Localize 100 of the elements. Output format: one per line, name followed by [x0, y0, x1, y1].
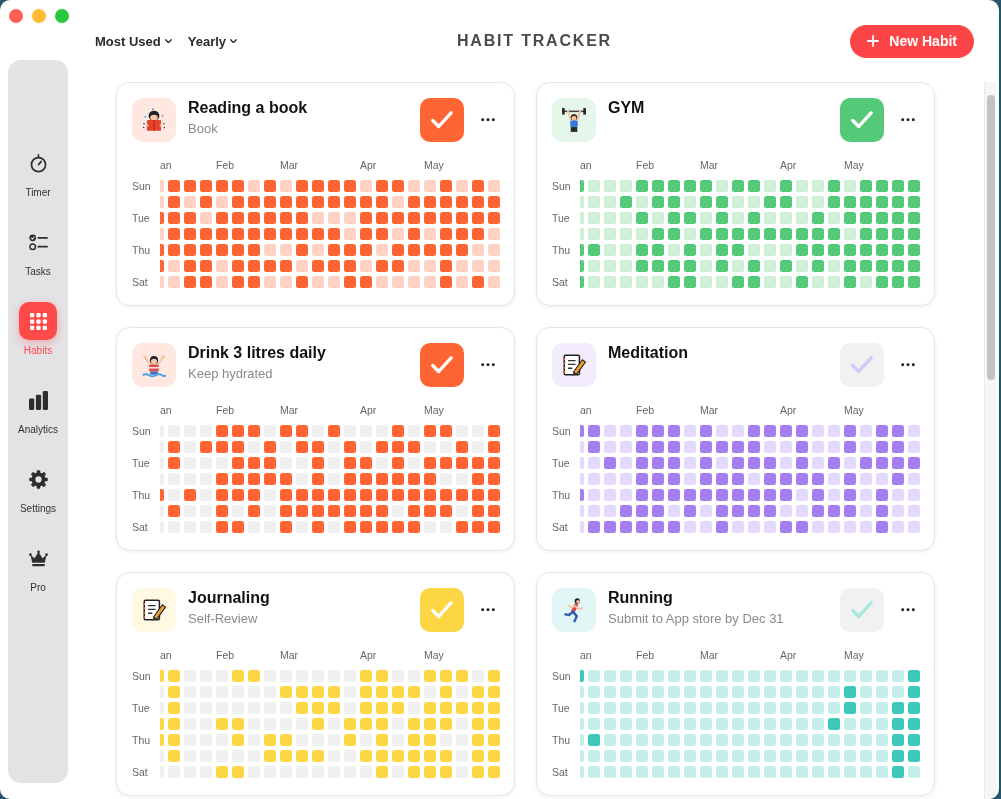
month-label: an	[160, 159, 172, 171]
weekday-label: Sun	[132, 180, 151, 192]
month-label: an	[580, 649, 592, 661]
more-button[interactable]	[481, 363, 495, 367]
check-icon	[851, 354, 873, 376]
reading-person-icon	[132, 98, 176, 142]
check-icon	[431, 599, 453, 621]
more-icon	[481, 118, 495, 122]
sidebar-item[interactable]: Tasks	[10, 223, 66, 278]
runner-icon	[552, 588, 596, 632]
month-label: Feb	[636, 404, 655, 416]
weekday-label: Thu	[552, 734, 571, 746]
crown-icon	[28, 548, 48, 568]
month-label: Apr	[780, 649, 797, 661]
app-title: HABIT TRACKER	[457, 32, 612, 50]
month-label: Feb	[216, 159, 235, 171]
more-icon	[481, 363, 495, 367]
weekday-label: Thu	[132, 489, 151, 501]
chevron-down-icon	[230, 38, 238, 44]
sidebar-item[interactable]: Settings	[10, 460, 66, 515]
month-label: Mar	[700, 649, 719, 661]
minimize-button[interactable]	[32, 9, 46, 23]
check-icon	[851, 109, 873, 131]
month-label: Feb	[636, 649, 655, 661]
more-icon	[901, 608, 915, 612]
weekday-label: Thu	[132, 244, 151, 256]
checklist-icon	[28, 232, 48, 252]
sidebar-item[interactable]: Timer	[10, 144, 66, 199]
more-button[interactable]	[901, 118, 915, 122]
gear-icon	[28, 469, 48, 489]
month-label: May	[844, 649, 864, 661]
month-label: Mar	[280, 404, 299, 416]
sidebar-item[interactable]: Analytics	[10, 381, 66, 436]
scrollbar-thumb[interactable]	[987, 95, 995, 380]
month-label: Mar	[280, 159, 299, 171]
check-button[interactable]	[840, 343, 884, 387]
weekday-label: Thu	[132, 734, 151, 746]
month-label: Feb	[216, 404, 235, 416]
bar-chart-icon	[28, 390, 48, 410]
habit-title: Drink 3 litres daily	[188, 343, 327, 363]
weekday-label: Sun	[552, 670, 571, 682]
month-label: an	[160, 649, 172, 661]
sidebar-item[interactable]: Pro	[10, 539, 66, 594]
weekday-label: Sat	[132, 521, 148, 533]
habit-subtitle: Keep hydrated	[188, 365, 274, 383]
habit-title: GYM	[608, 98, 646, 118]
weekday-label: Sun	[132, 670, 151, 682]
close-button[interactable]	[9, 9, 23, 23]
weekday-label: Tue	[552, 212, 570, 224]
chevron-down-icon	[164, 38, 172, 44]
habit-title: Journaling	[188, 588, 271, 608]
more-icon	[481, 608, 495, 612]
more-icon	[901, 118, 915, 122]
month-label: Apr	[780, 404, 797, 416]
weekday-label: Tue	[552, 457, 570, 469]
more-button[interactable]	[481, 118, 495, 122]
check-icon	[431, 354, 453, 376]
check-button[interactable]	[420, 343, 464, 387]
more-button[interactable]	[901, 608, 915, 612]
weekday-label: Sat	[552, 276, 568, 288]
weekday-label: Tue	[132, 212, 150, 224]
weekday-label: Thu	[552, 489, 571, 501]
month-label: May	[424, 649, 444, 661]
month-label: Apr	[360, 649, 377, 661]
period-dropdown[interactable]: Yearly	[187, 33, 238, 49]
month-label: May	[424, 404, 444, 416]
check-button[interactable]	[420, 98, 464, 142]
month-label: Feb	[216, 649, 235, 661]
zoom-button[interactable]	[55, 9, 69, 23]
month-label: an	[160, 404, 172, 416]
weekday-label: Tue	[132, 457, 150, 469]
check-icon	[431, 109, 453, 131]
more-button[interactable]	[481, 608, 495, 612]
check-button[interactable]	[420, 588, 464, 632]
check-button[interactable]	[840, 98, 884, 142]
weightlifter-icon	[552, 98, 596, 142]
weekday-label: Sat	[552, 521, 568, 533]
month-label: Mar	[700, 404, 719, 416]
weekday-label: Sun	[552, 180, 571, 192]
month-label: May	[844, 159, 864, 171]
month-label: Mar	[700, 159, 719, 171]
timer-icon	[28, 153, 48, 173]
weekday-label: Sat	[552, 766, 568, 778]
weekday-label: Tue	[132, 702, 150, 714]
habit-subtitle: Book	[188, 120, 219, 138]
more-button[interactable]	[901, 363, 915, 367]
notepad-icon	[132, 588, 176, 632]
weekday-label: Tue	[552, 702, 570, 714]
habit-title: Running	[608, 588, 674, 608]
habit-title: Reading a book	[188, 98, 309, 118]
grid-icon	[19, 302, 57, 340]
plus-icon	[867, 35, 880, 47]
weekday-label: Sun	[132, 425, 151, 437]
weekday-label: Sat	[132, 276, 148, 288]
month-label: Apr	[780, 159, 797, 171]
month-label: an	[580, 404, 592, 416]
sort-dropdown[interactable]: Most Used	[95, 33, 172, 49]
weekday-label: Sat	[132, 766, 148, 778]
check-icon	[851, 599, 873, 621]
check-button[interactable]	[840, 588, 884, 632]
